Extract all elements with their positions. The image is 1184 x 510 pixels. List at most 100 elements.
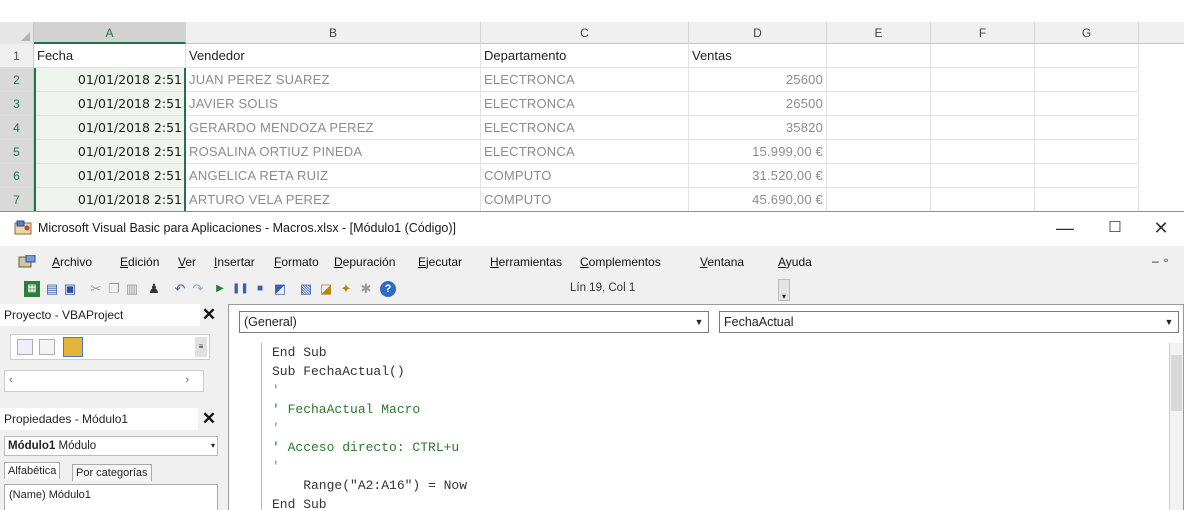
mdi-restore-icon[interactable]: ▫ (1164, 253, 1168, 267)
cell-d1[interactable]: Ventas (689, 44, 827, 68)
cell-f5[interactable] (931, 140, 1035, 164)
toolbar-overflow[interactable]: ▾ (778, 279, 790, 301)
cell-g3[interactable] (1035, 92, 1139, 116)
break-icon[interactable]: ❚❚ (232, 281, 249, 297)
row-header[interactable]: 5 (0, 140, 34, 164)
menu-ayuda[interactable]: Ayuda (778, 255, 812, 269)
close-project-panel-icon[interactable]: ✕ (200, 306, 218, 324)
row-header[interactable]: 4 (0, 116, 34, 140)
cell-e3[interactable] (827, 92, 931, 116)
object-browser-icon[interactable]: ✦ (338, 281, 354, 297)
cell-d6[interactable]: 31.520,00 € (689, 164, 827, 188)
paste-icon[interactable]: ▥ (124, 281, 140, 297)
code-editor[interactable]: End Sub Sub FechaActual() ' ' FechaActual M… (261, 343, 1141, 510)
cell-a7[interactable]: 01/01/2018 2:51 (34, 188, 186, 212)
cell-e4[interactable] (827, 116, 931, 140)
select-all-corner[interactable] (0, 22, 34, 44)
scrollbar-thumb[interactable] (1171, 355, 1182, 411)
column-header-f[interactable]: F (931, 22, 1035, 44)
properties-object-select[interactable]: Módulo1 Módulo ▾ (4, 436, 218, 456)
module-menu-icon[interactable] (18, 255, 36, 269)
cell-e5[interactable] (827, 140, 931, 164)
menu-archivo[interactable]: Archivo (52, 255, 92, 269)
cell-a5[interactable]: 01/01/2018 2:51 (34, 140, 186, 164)
cell-a4[interactable]: 01/01/2018 2:51 (34, 116, 186, 140)
cell-g4[interactable] (1035, 116, 1139, 140)
cell-b2[interactable]: JUAN PEREZ SUAREZ (186, 68, 481, 92)
cell-g7[interactable] (1035, 188, 1139, 212)
cell-g1[interactable] (1035, 44, 1139, 68)
cell-b1[interactable]: Vendedor (186, 44, 481, 68)
menu-depuracion[interactable]: Depuración (334, 255, 395, 269)
column-header-d[interactable]: D (689, 22, 827, 44)
project-scroll-icon[interactable]: ≡ (195, 337, 207, 357)
row-header[interactable]: 1 (0, 44, 34, 68)
undo-icon[interactable]: ↶ (172, 281, 188, 297)
cell-c6[interactable]: COMPUTO (481, 164, 689, 188)
cell-a1[interactable]: Fecha (34, 44, 186, 68)
cell-b6[interactable]: ANGELICA RETA RUIZ (186, 164, 481, 188)
insert-module-icon[interactable]: ▤ (44, 281, 60, 297)
help-icon[interactable]: ? (380, 281, 396, 297)
mdi-minimize-icon[interactable]: – (1152, 254, 1159, 268)
cell-c7[interactable]: COMPUTO (481, 188, 689, 212)
close-button[interactable]: ✕ (1138, 214, 1184, 242)
column-header-a[interactable]: A (34, 22, 186, 44)
cell-e2[interactable] (827, 68, 931, 92)
property-name-row[interactable]: (Name) Módulo1 (9, 489, 91, 501)
cell-a6[interactable]: 01/01/2018 2:51 (34, 164, 186, 188)
column-header-c[interactable]: C (481, 22, 689, 44)
close-properties-panel-icon[interactable]: ✕ (200, 410, 218, 428)
row-header[interactable]: 2 (0, 68, 34, 92)
cell-d5[interactable]: 15.999,00 € (689, 140, 827, 164)
menu-ejecutar[interactable]: Ejecutar (418, 255, 462, 269)
cell-f6[interactable] (931, 164, 1035, 188)
menu-edicion[interactable]: Edición (120, 255, 159, 269)
redo-icon[interactable]: ↷ (190, 281, 206, 297)
tab-por-categorias[interactable]: Por categorías (72, 464, 152, 481)
copy-icon[interactable]: ❐ (106, 281, 122, 297)
title-bar[interactable]: Microsoft Visual Basic para Aplicaciones… (0, 212, 1184, 246)
toggle-folders-icon[interactable] (63, 337, 83, 357)
cell-a2[interactable]: 01/01/2018 2:51 (34, 68, 186, 92)
view-code-icon[interactable] (17, 339, 33, 355)
save-icon[interactable]: ▣ (62, 281, 78, 297)
procedure-combo[interactable]: FechaActual ▼ (719, 311, 1179, 333)
object-combo[interactable]: (General) ▼ (239, 311, 709, 333)
toolbox-icon[interactable]: ✱ (358, 281, 374, 297)
cell-b4[interactable]: GERARDO MENDOZA PEREZ (186, 116, 481, 140)
project-tree-scrollbar[interactable]: ‹ › (4, 370, 204, 392)
cell-b3[interactable]: JAVIER SOLIS (186, 92, 481, 116)
design-mode-icon[interactable]: ◩ (272, 281, 288, 297)
cell-f2[interactable] (931, 68, 1035, 92)
menu-ventana[interactable]: Ventana (700, 255, 744, 269)
row-header[interactable]: 7 (0, 188, 34, 212)
cell-g2[interactable] (1035, 68, 1139, 92)
find-icon[interactable]: ♟ (146, 281, 162, 297)
cell-e1[interactable] (827, 44, 931, 68)
cell-c1[interactable]: Departamento (481, 44, 689, 68)
maximize-button[interactable]: ☐ (1092, 214, 1138, 242)
cell-b7[interactable]: ARTURO VELA PEREZ (186, 188, 481, 212)
column-header-e[interactable]: E (827, 22, 931, 44)
menu-complementos[interactable]: Complementos (580, 255, 661, 269)
cell-d4[interactable]: 35820 (689, 116, 827, 140)
menu-ver[interactable]: Ver (178, 255, 196, 269)
column-header-g[interactable]: G (1035, 22, 1139, 44)
cell-d2[interactable]: 25600 (689, 68, 827, 92)
reset-icon[interactable]: ■ (252, 281, 268, 297)
code-vertical-scrollbar[interactable] (1169, 343, 1183, 510)
row-header[interactable]: 3 (0, 92, 34, 116)
cell-c3[interactable]: ELECTRONCA (481, 92, 689, 116)
properties-window-icon[interactable]: ◪ (318, 281, 334, 297)
cell-c5[interactable]: ELECTRONCA (481, 140, 689, 164)
project-explorer-icon[interactable]: ▧ (298, 281, 314, 297)
cell-e6[interactable] (827, 164, 931, 188)
menu-formato[interactable]: Formato (274, 255, 319, 269)
cell-f3[interactable] (931, 92, 1035, 116)
cell-e7[interactable] (827, 188, 931, 212)
cell-a3[interactable]: 01/01/2018 2:51 (34, 92, 186, 116)
column-header-b[interactable]: B (186, 22, 481, 44)
run-icon[interactable]: ▶ (212, 281, 228, 297)
cell-g6[interactable] (1035, 164, 1139, 188)
